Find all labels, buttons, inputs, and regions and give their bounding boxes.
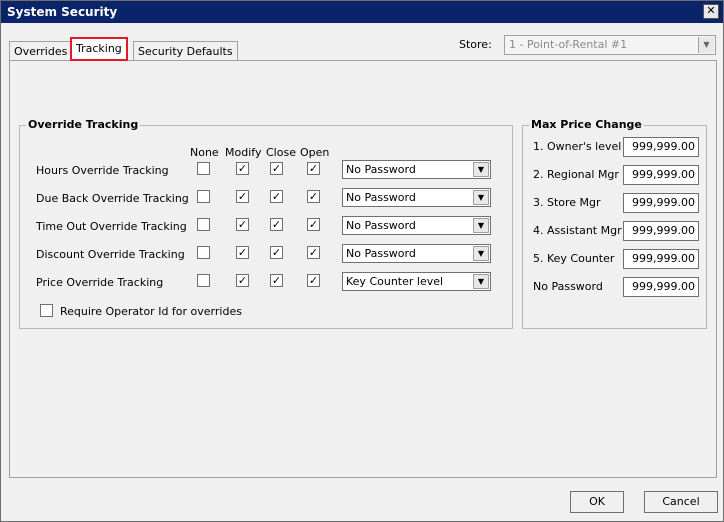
checkbox-price-modify[interactable]: ✓	[236, 274, 249, 287]
price-input-owner[interactable]: 999,999.00	[623, 137, 699, 157]
close-button[interactable]: ✕	[703, 4, 719, 19]
system-security-window: System Security ✕ Overrides Tracking Sec…	[0, 0, 724, 522]
checkbox-price-open[interactable]: ✓	[307, 274, 320, 287]
checkbox-hours-close[interactable]: ✓	[270, 162, 283, 175]
close-icon: ✕	[706, 4, 716, 17]
time-out-level-value: No Password	[346, 219, 416, 232]
cancel-button[interactable]: Cancel	[644, 491, 718, 513]
checkbox-discount-close[interactable]: ✓	[270, 246, 283, 259]
require-operator-checkbox[interactable]	[40, 304, 53, 317]
ok-button[interactable]: OK	[570, 491, 624, 513]
row-label-discount: Discount Override Tracking	[36, 248, 185, 261]
tab-overrides[interactable]: Overrides	[9, 41, 73, 61]
checkbox-hours-none[interactable]	[197, 162, 210, 175]
title-bar: System Security ✕	[1, 1, 723, 23]
checkbox-price-close[interactable]: ✓	[270, 274, 283, 287]
hours-level-value: No Password	[346, 163, 416, 176]
store-label: Store:	[459, 38, 492, 51]
price-label-regional: 2. Regional Mgr	[533, 168, 619, 181]
price-input-store[interactable]: 999,999.00	[623, 193, 699, 213]
price-level-value: Key Counter level	[346, 275, 444, 288]
checkbox-due-back-none[interactable]	[197, 190, 210, 203]
discount-level-value: No Password	[346, 247, 416, 260]
store-value: 1 - Point-of-Rental #1	[509, 38, 628, 51]
price-label-key-counter: 5. Key Counter	[533, 252, 615, 265]
price-label-no-password: No Password	[533, 280, 603, 293]
column-none: None	[190, 146, 219, 159]
checkbox-hours-open[interactable]: ✓	[307, 162, 320, 175]
chevron-down-icon[interactable]: ▼	[473, 218, 489, 233]
price-input-assistant[interactable]: 999,999.00	[623, 221, 699, 241]
row-label-hours: Hours Override Tracking	[36, 164, 169, 177]
checkbox-time-out-close[interactable]: ✓	[270, 218, 283, 231]
tracking-panel: Override Tracking None Modify Close Open…	[9, 60, 717, 478]
tab-tracking[interactable]: Tracking	[70, 37, 128, 61]
price-input-regional[interactable]: 999,999.00	[623, 165, 699, 185]
override-tracking-title: Override Tracking	[26, 118, 141, 131]
column-open: Open	[300, 146, 330, 159]
checkbox-due-back-open[interactable]: ✓	[307, 190, 320, 203]
time-out-level-select[interactable]: No Password ▼	[342, 216, 491, 235]
price-input-key-counter[interactable]: 999,999.00	[623, 249, 699, 269]
require-operator-label: Require Operator Id for overrides	[60, 305, 242, 318]
max-price-change-group: Max Price Change 1. Owner's level 999,99…	[522, 118, 707, 329]
checkbox-price-none[interactable]	[197, 274, 210, 287]
row-label-time-out: Time Out Override Tracking	[36, 220, 187, 233]
row-label-due-back: Due Back Override Tracking	[36, 192, 189, 205]
price-label-store: 3. Store Mgr	[533, 196, 601, 209]
checkbox-discount-none[interactable]	[197, 246, 210, 259]
column-close: Close	[266, 146, 296, 159]
max-price-change-title: Max Price Change	[529, 118, 644, 131]
price-level-select[interactable]: Key Counter level ▼	[342, 272, 491, 291]
chevron-down-icon[interactable]: ▼	[698, 37, 714, 53]
price-label-owner: 1. Owner's level	[533, 140, 622, 153]
checkbox-hours-modify[interactable]: ✓	[236, 162, 249, 175]
tab-security-defaults[interactable]: Security Defaults	[133, 41, 238, 61]
column-modify: Modify	[225, 146, 262, 159]
chevron-down-icon[interactable]: ▼	[473, 274, 489, 289]
override-tracking-group: Override Tracking None Modify Close Open…	[19, 118, 513, 329]
price-label-assistant: 4. Assistant Mgr	[533, 224, 622, 237]
checkbox-due-back-modify[interactable]: ✓	[236, 190, 249, 203]
window-title: System Security	[7, 5, 118, 19]
store-select[interactable]: 1 - Point-of-Rental #1 ▼	[504, 35, 716, 55]
chevron-down-icon[interactable]: ▼	[473, 162, 489, 177]
checkbox-discount-open[interactable]: ✓	[307, 246, 320, 259]
checkbox-time-out-none[interactable]	[197, 218, 210, 231]
checkbox-time-out-open[interactable]: ✓	[307, 218, 320, 231]
row-label-price: Price Override Tracking	[36, 276, 164, 289]
price-input-no-password[interactable]: 999,999.00	[623, 277, 699, 297]
chevron-down-icon[interactable]: ▼	[473, 246, 489, 261]
due-back-level-select[interactable]: No Password ▼	[342, 188, 491, 207]
hours-level-select[interactable]: No Password ▼	[342, 160, 491, 179]
chevron-down-icon[interactable]: ▼	[473, 190, 489, 205]
due-back-level-value: No Password	[346, 191, 416, 204]
checkbox-discount-modify[interactable]: ✓	[236, 246, 249, 259]
checkbox-due-back-close[interactable]: ✓	[270, 190, 283, 203]
checkbox-time-out-modify[interactable]: ✓	[236, 218, 249, 231]
discount-level-select[interactable]: No Password ▼	[342, 244, 491, 263]
